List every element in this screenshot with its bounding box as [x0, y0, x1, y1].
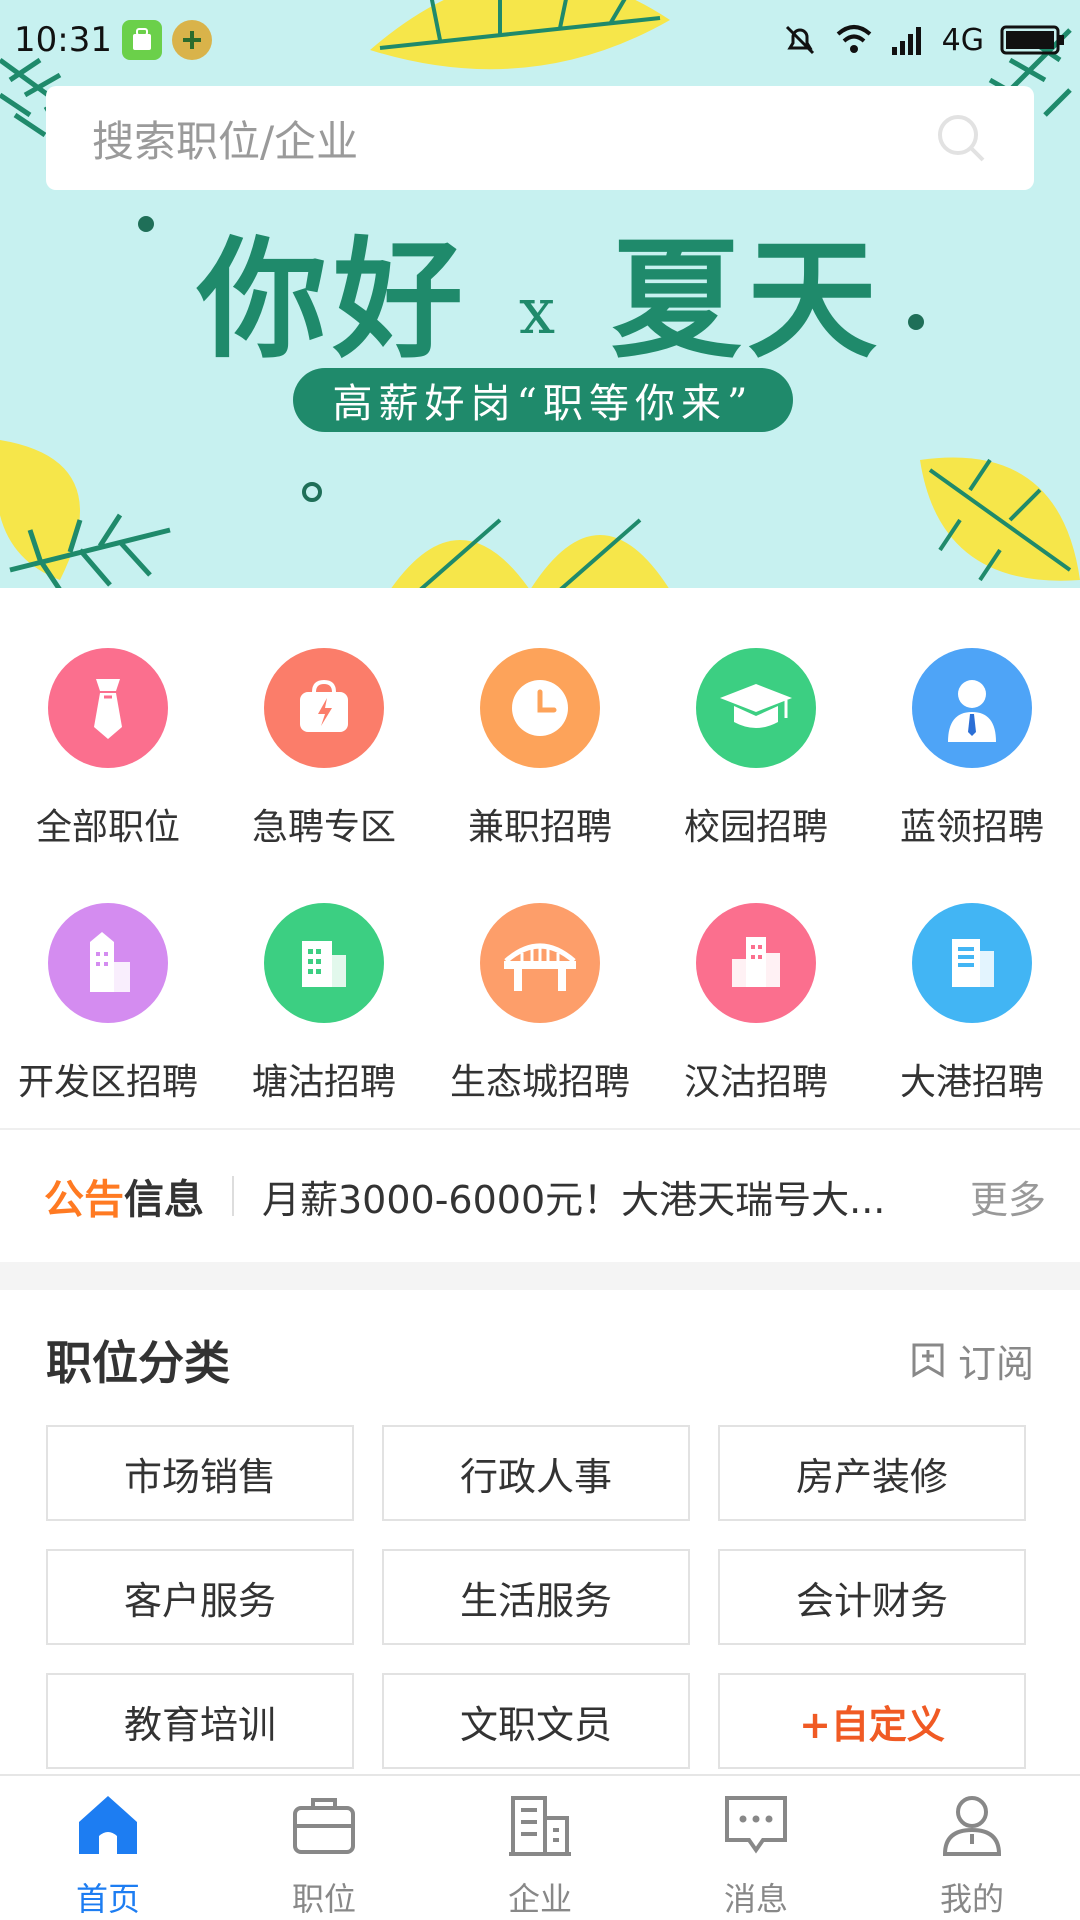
job-tag[interactable]: 会计财务 [718, 1549, 1026, 1645]
job-tag[interactable]: 行政人事 [382, 1425, 690, 1521]
subscribe-button[interactable]: 订阅 [910, 1333, 1034, 1388]
user-icon [942, 1796, 1002, 1856]
office-icon [912, 903, 1032, 1023]
nav-label: 我的 [939, 1880, 1004, 1918]
notification-app-icon [121, 20, 162, 60]
category-blue-collar[interactable]: 蓝领招聘 [864, 620, 1080, 875]
building-icon [264, 903, 384, 1023]
category-development-zone[interactable]: 开发区招聘 [0, 875, 216, 1130]
category-hangu[interactable]: 汉沽招聘 [648, 875, 864, 1130]
custom-tag-button[interactable]: +自定义 [718, 1673, 1026, 1769]
category-label: 汉沽招聘 [683, 1062, 828, 1103]
company-icon [509, 1796, 571, 1856]
nav-company[interactable]: 企业 [432, 1776, 648, 1920]
category-label: 开发区招聘 [17, 1062, 198, 1103]
worker-icon [912, 648, 1032, 768]
home-icon [79, 1796, 137, 1854]
nav-jobs[interactable]: 职位 [216, 1776, 432, 1920]
notice-label: 公告信息 [44, 1167, 204, 1225]
job-tag[interactable]: 文职文员 [382, 1673, 690, 1769]
category-grid: 全部职位 急聘专区 兼职招聘 校园招聘 蓝领招聘 开发区招聘 塘沽招聘 生态城招… [0, 620, 1080, 1130]
banner-slogan: 高薪好岗“职等你来” [293, 368, 793, 432]
wifi-icon [836, 25, 871, 53]
category-label: 校园招聘 [683, 807, 828, 848]
message-icon [725, 1796, 787, 1854]
leaf-decoration [391, 518, 669, 588]
category-campus[interactable]: 校园招聘 [648, 620, 864, 875]
search-icon[interactable] [934, 111, 988, 165]
ring-decoration [302, 482, 322, 502]
briefcase-icon [293, 1798, 355, 1854]
category-urgent[interactable]: 急聘专区 [216, 620, 432, 875]
banner-title-x: x [518, 274, 562, 349]
bell-off-icon [785, 25, 814, 55]
banner-title-left: 你好 [196, 223, 469, 376]
job-category-header: 职位分类 订阅 [46, 1320, 1034, 1400]
nav-label: 首页 [75, 1880, 140, 1918]
notice-more-link[interactable]: 更多 [970, 1169, 1046, 1224]
job-tag[interactable]: 客户服务 [46, 1549, 354, 1645]
category-all-jobs[interactable]: 全部职位 [0, 620, 216, 875]
category-eco-city[interactable]: 生态城招聘 [432, 875, 648, 1130]
bridge-icon [480, 903, 600, 1023]
job-tag[interactable]: 房产装修 [718, 1425, 1026, 1521]
category-tanggu[interactable]: 塘沽招聘 [216, 875, 432, 1130]
tie-icon [48, 648, 168, 768]
battery-icon [1000, 25, 1064, 55]
tower-building-icon [48, 903, 168, 1023]
nav-label: 企业 [507, 1880, 572, 1918]
subscribe-label: 订阅 [957, 1341, 1034, 1386]
category-label: 全部职位 [35, 807, 180, 848]
category-label: 塘沽招聘 [251, 1062, 396, 1103]
notice-label-b: 信息 [124, 1177, 204, 1223]
nav-label: 消息 [723, 1880, 788, 1918]
section-divider [0, 1262, 1080, 1290]
status-time: 10:31 [14, 20, 112, 60]
network-type: 4G [941, 22, 984, 58]
bookmark-plus-icon [912, 1343, 944, 1378]
section-title: 职位分类 [46, 1336, 230, 1390]
category-part-time[interactable]: 兼职招聘 [432, 620, 648, 875]
status-bar: 10:31 4G [0, 0, 1080, 80]
banner-title-right: 夏天 [611, 223, 884, 376]
search-placeholder: 搜索职位/企业 [92, 116, 359, 166]
status-indicators: 4G [782, 22, 1066, 58]
job-tag[interactable]: 生活服务 [382, 1549, 690, 1645]
job-tag[interactable]: 市场销售 [46, 1425, 354, 1521]
search-input[interactable]: 搜索职位/企业 [46, 86, 1034, 190]
bottom-nav: 首页 职位 企业 消息 我的 [0, 1774, 1080, 1920]
notice-text[interactable]: 月薪3000-6000元！大港天瑞号大... [262, 1169, 922, 1224]
signal-icon [891, 27, 921, 55]
category-label: 急聘专区 [251, 807, 396, 848]
job-tag[interactable]: 教育培训 [46, 1673, 354, 1769]
nav-home[interactable]: 首页 [0, 1776, 216, 1920]
city-building-icon [696, 903, 816, 1023]
nav-label: 职位 [291, 1880, 356, 1918]
nav-profile[interactable]: 我的 [864, 1776, 1080, 1920]
clock-icon [480, 648, 600, 768]
nav-messages[interactable]: 消息 [648, 1776, 864, 1920]
urgent-bag-icon [264, 648, 384, 768]
notification-plus-icon [171, 20, 212, 60]
category-dagang[interactable]: 大港招聘 [864, 875, 1080, 1130]
leaf-decoration [920, 457, 1080, 582]
leaf-decoration [0, 440, 171, 588]
notice-label-a: 公告 [44, 1177, 124, 1223]
banner-title: 你好 x 夏天 [0, 195, 1080, 383]
category-label: 大港招聘 [899, 1062, 1044, 1103]
graduation-cap-icon [696, 648, 816, 768]
category-label: 生态城招聘 [449, 1062, 630, 1103]
notice-bar[interactable]: 公告信息 月薪3000-6000元！大港天瑞号大... 更多 [0, 1128, 1080, 1262]
category-label: 蓝领招聘 [899, 807, 1044, 848]
notice-divider [232, 1176, 234, 1216]
job-tag-list: 市场销售 行政人事 房产装修 客户服务 生活服务 会计财务 教育培训 文职文员 … [46, 1425, 1034, 1769]
category-label: 兼职招聘 [467, 807, 612, 848]
